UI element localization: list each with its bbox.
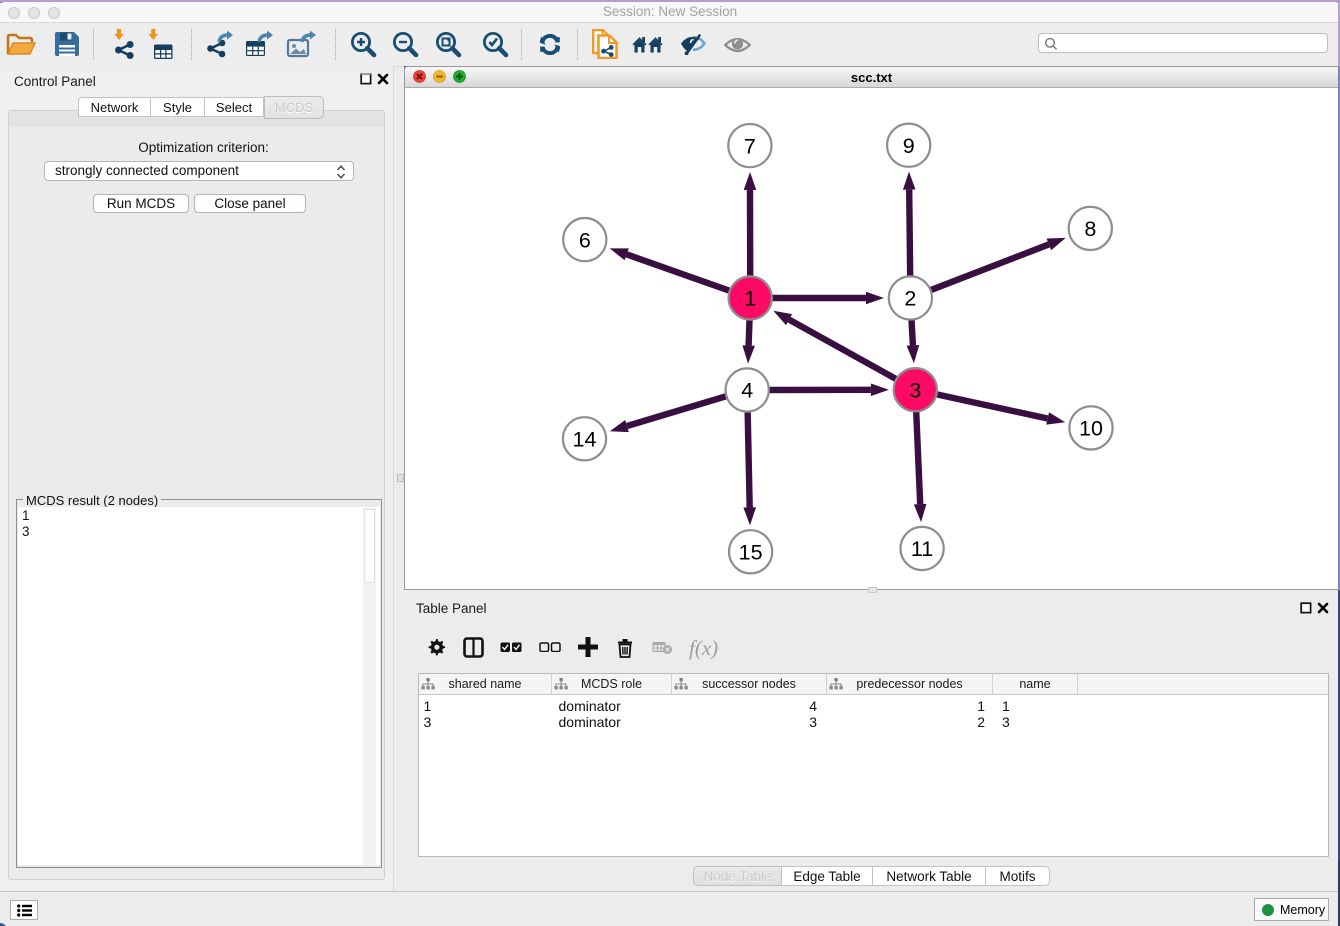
svg-text:3: 3 [909, 378, 921, 402]
svg-text:15: 15 [739, 541, 763, 565]
svg-text:9: 9 [903, 134, 915, 158]
svg-text:7: 7 [744, 134, 756, 158]
svg-text:8: 8 [1084, 217, 1096, 241]
svg-text:2: 2 [904, 287, 916, 311]
svg-text:4: 4 [741, 379, 753, 403]
svg-text:6: 6 [579, 228, 591, 252]
svg-text:11: 11 [911, 537, 933, 561]
svg-text:10: 10 [1079, 417, 1103, 441]
svg-text:1: 1 [744, 287, 756, 311]
svg-text:14: 14 [573, 428, 597, 452]
